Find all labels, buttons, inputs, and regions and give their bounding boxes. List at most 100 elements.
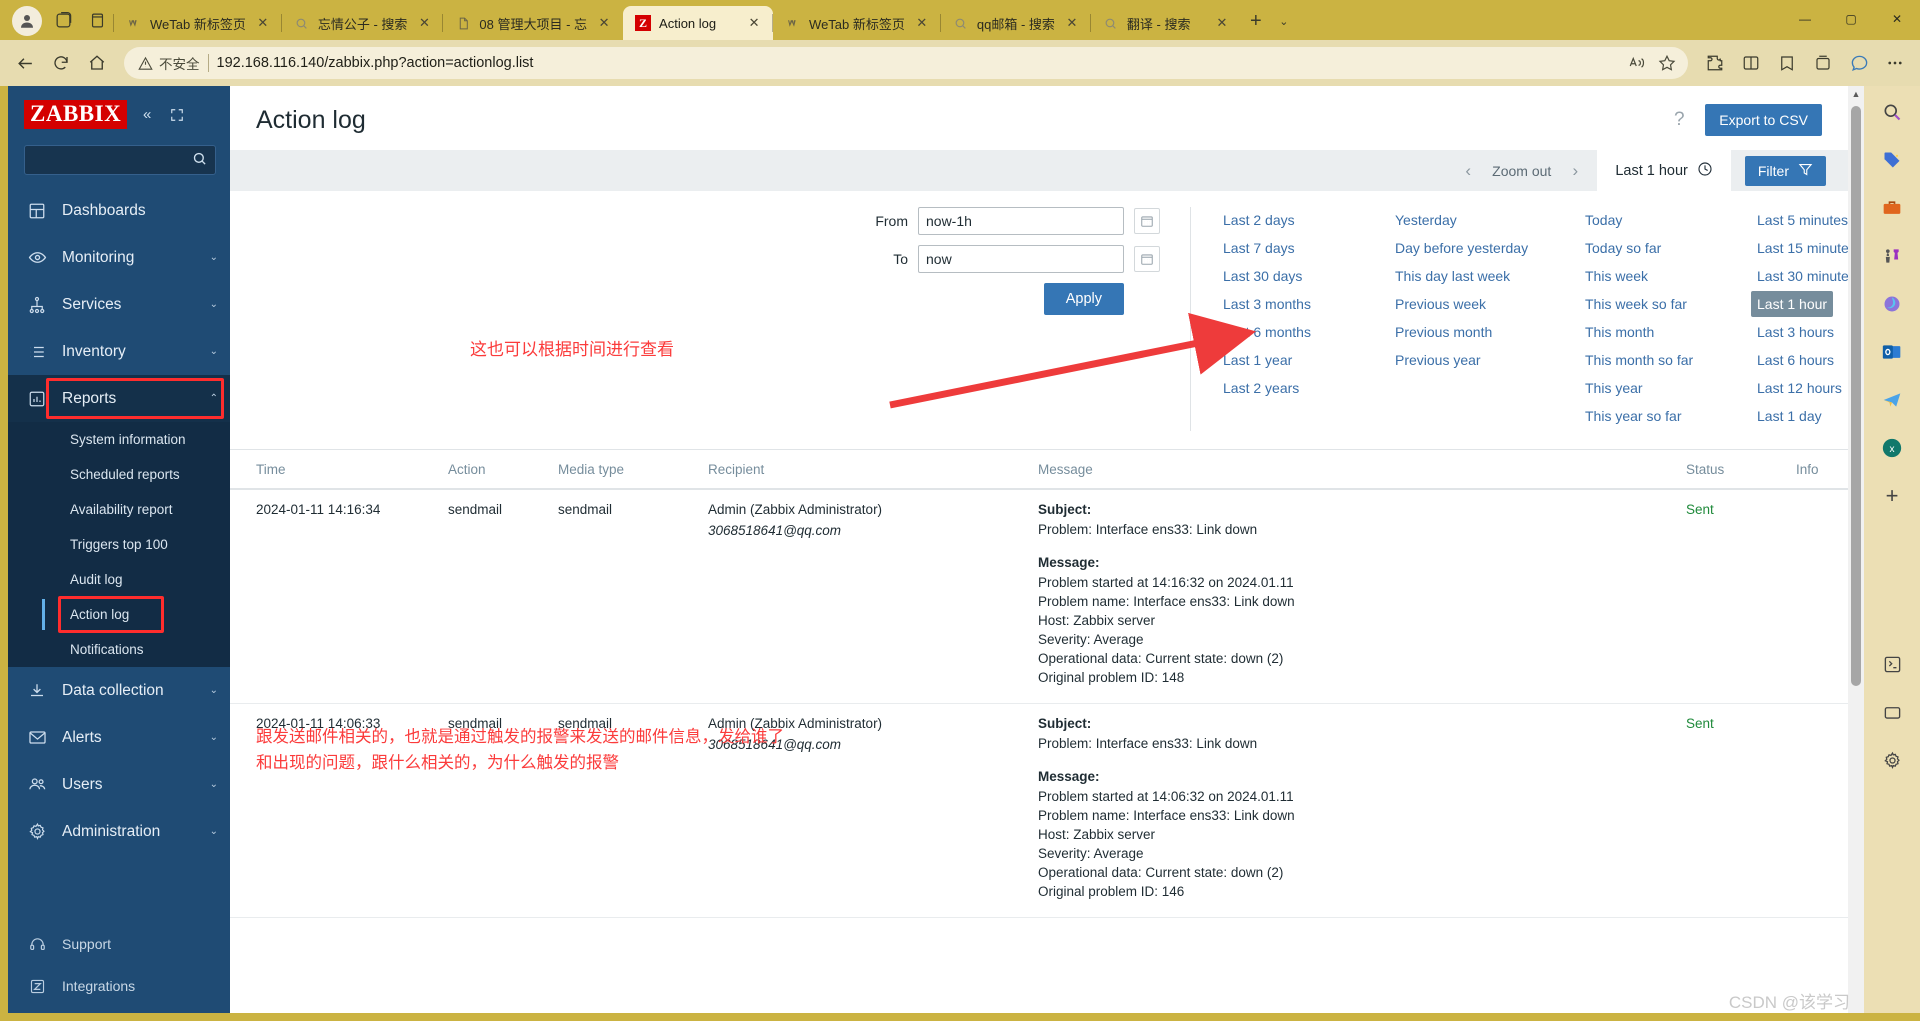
quick-range-last-30-minutes[interactable]: Last 30 minutes: [1751, 263, 1848, 289]
quick-range-day-before-yesterday[interactable]: Day before yesterday: [1389, 235, 1534, 261]
sidebar-subitem-notifications[interactable]: Notifications: [8, 632, 230, 667]
tabs-icon[interactable]: [1876, 696, 1908, 728]
copilot-icon[interactable]: [1842, 46, 1876, 80]
minimize-button[interactable]: —: [1782, 0, 1828, 38]
column-header-time[interactable]: Time: [230, 450, 440, 490]
read-aloud-icon[interactable]: [1624, 50, 1650, 76]
time-prev-icon[interactable]: ‹: [1460, 161, 1476, 181]
sidebar-item-services[interactable]: Services ⌄: [8, 281, 230, 328]
sidebar-subitem-audit-log[interactable]: Audit log: [8, 562, 230, 597]
close-icon[interactable]: ✕: [595, 14, 613, 32]
quick-range-last-3-hours[interactable]: Last 3 hours: [1751, 319, 1840, 345]
quick-range-this-week-so-far[interactable]: This week so far: [1579, 291, 1693, 317]
extensions-icon[interactable]: [1698, 46, 1732, 80]
sidebar-item-monitoring[interactable]: Monitoring ⌄: [8, 234, 230, 281]
page-scrollbar[interactable]: ▲: [1848, 86, 1864, 1013]
quick-range-this-year-so-far[interactable]: This year so far: [1579, 403, 1687, 429]
sidebar-item-data-collection[interactable]: Data collection ⌄: [8, 667, 230, 714]
scrollbar-thumb[interactable]: [1851, 106, 1861, 686]
quick-range-today[interactable]: Today: [1579, 207, 1628, 233]
browser-tab[interactable]: qq邮箱 - 搜索 ✕: [939, 6, 1091, 40]
help-icon[interactable]: ?: [1667, 109, 1691, 131]
close-icon[interactable]: ✕: [1213, 14, 1231, 32]
column-header-media-type[interactable]: Media type: [550, 450, 700, 490]
browser-tab[interactable]: 08 管理大项目 - 忘 ✕: [442, 6, 623, 40]
quick-range-today-so-far[interactable]: Today so far: [1579, 235, 1667, 261]
filter-tab[interactable]: Filter: [1744, 155, 1826, 186]
outlook-icon[interactable]: [1876, 336, 1908, 368]
quick-range-this-month[interactable]: This month: [1579, 319, 1660, 345]
scroll-up-icon[interactable]: ▲: [1852, 86, 1861, 102]
screenshot-icon[interactable]: [1876, 648, 1908, 680]
browser-tab[interactable]: WeTab 新标签页 ✕: [113, 6, 282, 40]
zabbix-logo[interactable]: ZABBIX: [24, 100, 128, 129]
sidebar-item-administration[interactable]: Administration ⌄: [8, 808, 230, 855]
close-icon[interactable]: ✕: [254, 14, 272, 32]
sidebar-item-integrations[interactable]: Integrations: [8, 965, 230, 1007]
quick-range-last-2-years[interactable]: Last 2 years: [1217, 375, 1305, 401]
quick-range-last-6-hours[interactable]: Last 6 hours: [1751, 347, 1840, 373]
column-header-status[interactable]: Status: [1678, 450, 1788, 490]
sidebar-subitem-system-information[interactable]: System information: [8, 422, 230, 457]
quick-range-last-7-days[interactable]: Last 7 days: [1217, 235, 1301, 261]
quick-range-previous-year[interactable]: Previous year: [1389, 347, 1487, 373]
quick-range-last-3-months[interactable]: Last 3 months: [1217, 291, 1317, 317]
settings-more-icon[interactable]: [1878, 46, 1912, 80]
quick-range-yesterday[interactable]: Yesterday: [1389, 207, 1463, 233]
close-icon[interactable]: ✕: [1063, 14, 1081, 32]
quick-range-this-week[interactable]: This week: [1579, 263, 1654, 289]
quick-range-last-2-days[interactable]: Last 2 days: [1217, 207, 1301, 233]
quick-range-last-1-year[interactable]: Last 1 year: [1217, 347, 1298, 373]
tag-icon[interactable]: [1876, 144, 1908, 176]
browser-tab[interactable]: 翻译 - 搜索 ✕: [1089, 6, 1241, 40]
close-icon[interactable]: ✕: [415, 14, 433, 32]
xodo-icon[interactable]: x: [1876, 432, 1908, 464]
settings-icon[interactable]: [1876, 744, 1908, 776]
search-icon[interactable]: [1876, 96, 1908, 128]
calendar-icon[interactable]: [1134, 208, 1160, 234]
sidebar-item-users[interactable]: Users ⌄: [8, 761, 230, 808]
browser-tab-active[interactable]: Z Action log ✕: [623, 6, 774, 40]
quick-range-last-1-hour[interactable]: Last 1 hour: [1751, 291, 1834, 317]
workspaces-icon[interactable]: [46, 3, 80, 37]
sidebar-item-inventory[interactable]: Inventory ⌄: [8, 328, 230, 375]
column-header-recipient[interactable]: Recipient: [700, 450, 1030, 490]
quick-range-last-12-hours[interactable]: Last 12 hours: [1751, 375, 1848, 401]
close-icon[interactable]: ✕: [745, 14, 763, 32]
briefcase-icon[interactable]: [1876, 192, 1908, 224]
quick-range-previous-week[interactable]: Previous week: [1389, 291, 1492, 317]
collapse-sidebar-icon[interactable]: «: [137, 105, 157, 125]
column-header-message[interactable]: Message: [1030, 450, 1678, 490]
url-text[interactable]: 192.168.116.140/zabbix.php?action=action…: [217, 55, 1617, 71]
zoom-out-button[interactable]: Zoom out: [1492, 163, 1551, 179]
column-header-info[interactable]: Info: [1788, 450, 1848, 490]
sidebar-item-support[interactable]: Support: [8, 923, 230, 965]
to-input[interactable]: [918, 245, 1124, 273]
favorites-icon[interactable]: [1770, 46, 1804, 80]
sidebar-subitem-action-log[interactable]: Action log: [8, 596, 230, 633]
quick-range-last-6-months[interactable]: Last 6 months: [1217, 319, 1317, 345]
export-to-csv-button[interactable]: Export to CSV: [1705, 104, 1822, 136]
time-range-tab[interactable]: Last 1 hour: [1597, 150, 1731, 191]
sidebar-item-alerts[interactable]: Alerts ⌄: [8, 714, 230, 761]
new-tab-button[interactable]: +: [1241, 6, 1271, 36]
add-icon[interactable]: +: [1876, 480, 1908, 512]
search-input[interactable]: [33, 152, 192, 168]
browser-tab[interactable]: WeTab 新标签页 ✕: [772, 6, 941, 40]
quick-range-last-5-minutes[interactable]: Last 5 minutes: [1751, 207, 1848, 233]
apply-button[interactable]: Apply: [1043, 283, 1124, 315]
sidebar-item-dashboards[interactable]: Dashboards: [8, 187, 230, 234]
split-screen-icon[interactable]: [1734, 46, 1768, 80]
profile-avatar-icon[interactable]: [12, 6, 42, 36]
quick-range-this-year[interactable]: This year: [1579, 375, 1649, 401]
favorite-star-icon[interactable]: [1654, 50, 1680, 76]
address-bar[interactable]: 不安全 192.168.116.140/zabbix.php?action=ac…: [124, 47, 1688, 79]
tab-list-menu-button[interactable]: ⌄: [1271, 6, 1297, 36]
telegram-icon[interactable]: [1876, 384, 1908, 416]
sidebar-subitem-scheduled-reports[interactable]: Scheduled reports: [8, 457, 230, 492]
back-button[interactable]: [8, 46, 42, 80]
tab-actions-icon[interactable]: [80, 3, 114, 37]
column-header-action[interactable]: Action: [440, 450, 550, 490]
from-input[interactable]: [918, 207, 1124, 235]
quick-range-this-day-last-week[interactable]: This day last week: [1389, 263, 1516, 289]
